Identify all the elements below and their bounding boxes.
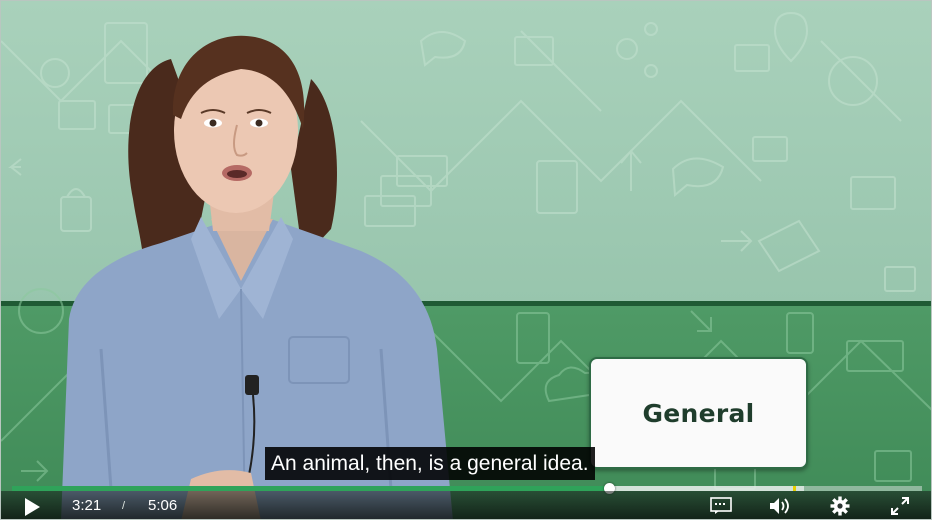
play-button[interactable] bbox=[19, 496, 45, 518]
captions-icon bbox=[710, 497, 732, 514]
play-icon bbox=[25, 498, 40, 516]
captions-button[interactable] bbox=[708, 495, 734, 517]
volume-button[interactable] bbox=[767, 495, 793, 517]
presenter bbox=[61, 35, 453, 519]
volume-icon bbox=[770, 498, 789, 514]
fullscreen-icon bbox=[891, 497, 909, 515]
gear-icon bbox=[830, 496, 850, 516]
video-player[interactable]: General An animal, then, is a general id… bbox=[0, 0, 932, 520]
control-bar: 3:21 / 5:06 bbox=[1, 491, 931, 519]
fullscreen-button[interactable] bbox=[887, 495, 913, 517]
time-separator: / bbox=[122, 500, 126, 512]
subtitle-caption: An animal, then, is a general idea. bbox=[265, 447, 595, 480]
total-duration: 5:06 bbox=[148, 497, 178, 514]
settings-button[interactable] bbox=[827, 495, 853, 517]
current-time: 3:21 bbox=[72, 497, 102, 514]
topic-card: General bbox=[589, 357, 808, 469]
topic-card-label: General bbox=[642, 398, 755, 428]
